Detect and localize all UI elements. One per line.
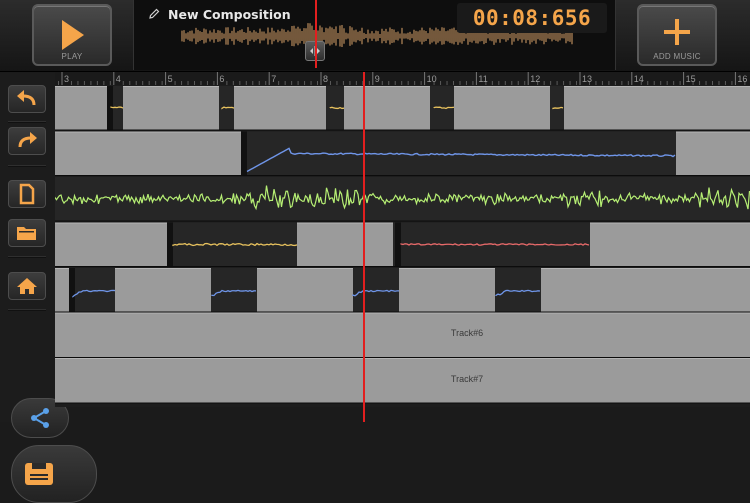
ruler-label: 10 bbox=[427, 74, 437, 84]
audio-clip bbox=[55, 222, 167, 266]
ruler-label: 16 bbox=[737, 74, 747, 84]
redo-button[interactable] bbox=[8, 127, 46, 155]
audio-clip bbox=[454, 86, 550, 130]
composition-panel: New Composition 00:08:656 bbox=[133, 0, 616, 70]
ruler-label: 11 bbox=[478, 74, 487, 84]
audio-clip bbox=[55, 86, 107, 130]
home-icon bbox=[17, 278, 37, 294]
audio-clip bbox=[257, 268, 353, 312]
undo-icon bbox=[17, 90, 36, 106]
home-button[interactable] bbox=[8, 272, 46, 300]
clip-highlight bbox=[257, 268, 353, 269]
ruler-label: 3 bbox=[64, 74, 69, 84]
ruler-label: 15 bbox=[686, 74, 696, 84]
empty-track bbox=[55, 312, 750, 357]
audio-clip bbox=[676, 131, 750, 175]
clip-highlight bbox=[55, 268, 69, 269]
pencil-icon bbox=[149, 8, 160, 19]
play-button[interactable]: PLAY bbox=[32, 4, 112, 66]
timeline-ruler[interactable]: 3 4 5 6 7 8 9 10 11 12 13 14 15 16 bbox=[55, 72, 750, 85]
clip-edge bbox=[167, 222, 173, 266]
save-icon bbox=[25, 463, 53, 485]
clip-highlight bbox=[123, 86, 219, 87]
divider bbox=[8, 256, 46, 258]
divider bbox=[8, 309, 46, 311]
ruler-label: 12 bbox=[530, 74, 540, 84]
clip-highlight bbox=[55, 131, 241, 133]
audio-clip bbox=[399, 268, 495, 312]
tracks-area[interactable] bbox=[55, 85, 750, 407]
play-label: PLAY bbox=[61, 52, 83, 61]
ruler-label: 13 bbox=[582, 74, 592, 84]
lane-separator bbox=[55, 357, 750, 358]
ruler-background bbox=[55, 72, 750, 85]
ruler-label: 6 bbox=[219, 74, 224, 84]
clip-highlight bbox=[115, 268, 211, 269]
overview-playhead bbox=[315, 0, 317, 68]
lane-separator bbox=[55, 402, 750, 404]
lane-separator bbox=[55, 266, 750, 267]
add-music-label: ADD MUSIC bbox=[653, 52, 701, 61]
open-folder-icon bbox=[17, 227, 36, 240]
ruler-label: 5 bbox=[168, 74, 173, 84]
new-file-icon bbox=[19, 183, 35, 205]
add-music-button[interactable]: ADD MUSIC bbox=[637, 4, 717, 66]
clip-highlight bbox=[55, 86, 107, 87]
composition-title-row[interactable]: New Composition bbox=[148, 6, 291, 22]
sidebar bbox=[0, 73, 97, 503]
save-button[interactable] bbox=[11, 445, 97, 503]
audio-clip bbox=[115, 268, 211, 312]
audio-clip bbox=[55, 268, 69, 312]
audio-clip bbox=[541, 268, 750, 312]
redo-icon bbox=[18, 132, 37, 148]
undo-button[interactable] bbox=[8, 85, 46, 113]
clip-highlight bbox=[590, 222, 750, 224]
audio-clip bbox=[590, 222, 750, 266]
track-7-label: Track#7 bbox=[450, 374, 484, 384]
top-bar: PLAY New Composition 00:08:656 ADD MUSIC bbox=[0, 0, 750, 72]
audio-clip bbox=[297, 222, 393, 266]
share-icon bbox=[31, 408, 49, 428]
lane-separator bbox=[55, 220, 750, 222]
time-readout: 00:08:656 bbox=[472, 6, 592, 30]
clip-highlight bbox=[564, 86, 750, 87]
lane-separator bbox=[55, 175, 750, 176]
empty-track bbox=[55, 358, 750, 403]
ruler-label: 14 bbox=[634, 74, 644, 84]
new-file-button[interactable] bbox=[8, 180, 46, 208]
clip-waveform bbox=[110, 106, 124, 109]
audio-clip bbox=[564, 86, 750, 130]
clip-edge bbox=[241, 131, 247, 175]
lane-separator bbox=[55, 129, 750, 131]
lane-separator bbox=[55, 311, 750, 313]
clip-highlight bbox=[55, 312, 750, 314]
clip-highlight bbox=[297, 222, 393, 224]
ruler-label: 4 bbox=[116, 74, 121, 84]
clip-highlight bbox=[344, 86, 430, 87]
open-folder-button[interactable] bbox=[8, 219, 46, 247]
divider bbox=[8, 165, 46, 167]
divider bbox=[8, 121, 46, 123]
clip-highlight bbox=[55, 222, 167, 224]
audio-clip bbox=[344, 86, 430, 130]
clip-highlight bbox=[399, 268, 495, 269]
clip-highlight bbox=[541, 268, 750, 269]
audio-clip bbox=[123, 86, 219, 130]
clip-highlight bbox=[55, 358, 750, 359]
track-6-label: Track#6 bbox=[450, 328, 484, 338]
ruler-label: 9 bbox=[375, 74, 380, 84]
clip-highlight bbox=[234, 86, 326, 87]
audio-clip bbox=[55, 131, 241, 175]
ruler-label: 7 bbox=[271, 74, 276, 84]
clip-edge bbox=[395, 222, 401, 266]
clip-highlight bbox=[454, 86, 550, 87]
clip-highlight bbox=[676, 131, 750, 133]
playhead[interactable] bbox=[363, 72, 365, 422]
audio-clip bbox=[234, 86, 326, 130]
composition-title: New Composition bbox=[168, 6, 291, 22]
ruler-label: 8 bbox=[323, 74, 328, 84]
time-display: 00:08:656 bbox=[457, 3, 607, 33]
clip-edge bbox=[69, 268, 75, 312]
